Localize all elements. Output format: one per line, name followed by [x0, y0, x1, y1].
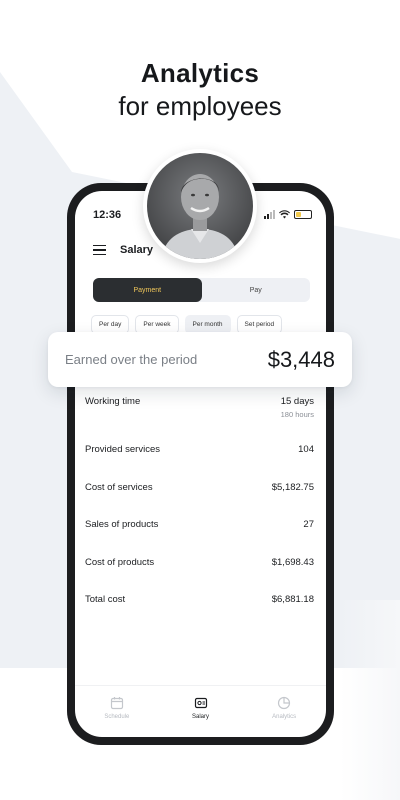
tab-label: Schedule: [104, 714, 130, 720]
signal-icon: [264, 210, 275, 219]
pie-chart-icon: [278, 696, 291, 710]
phone-screen: 12:36 Salary Payment Pay Per day Per wee…: [75, 191, 326, 737]
headline-line-2: for employees: [118, 91, 282, 121]
stat-subvalue: 180 hours: [280, 410, 314, 419]
page-title: Salary: [120, 244, 154, 256]
headline-line-1: Analytics: [140, 58, 260, 88]
calendar-icon: [110, 697, 123, 710]
menu-icon[interactable]: [93, 244, 106, 256]
stat-row-cost-of-products: Cost of products $1,698.43: [85, 557, 314, 595]
phone-frame: 12:36 Salary Payment Pay Per day Per wee…: [67, 183, 334, 745]
stat-value: $6,881.18: [271, 594, 314, 605]
stat-label: Total cost: [85, 594, 126, 605]
stat-value: 104: [298, 444, 314, 455]
stat-label: Working time: [85, 396, 141, 407]
stat-row-provided-services: Provided services 104: [85, 444, 314, 482]
hero-headline: Analytics for employees: [0, 58, 400, 122]
salary-stats-list: Working time 15 days 180 hours Provided …: [85, 396, 314, 632]
stat-label: Provided services: [85, 444, 160, 455]
segment-payment[interactable]: Payment: [93, 278, 202, 302]
segment-pay[interactable]: Pay: [202, 278, 311, 302]
stat-row-cost-of-services: Cost of services $5,182.75: [85, 482, 314, 520]
stat-value: 27: [303, 519, 314, 530]
background-fade: [340, 600, 400, 800]
tab-schedule[interactable]: Schedule: [75, 686, 159, 737]
earned-value: $3,448: [267, 347, 335, 372]
stat-value: $1,698.43: [271, 556, 314, 568]
tab-salary[interactable]: Salary: [159, 686, 243, 737]
stat-label: Cost of services: [85, 481, 153, 493]
stat-value: 15 days: [280, 396, 314, 407]
status-icons: [264, 210, 312, 219]
stat-row-working-time: Working time 15 days 180 hours: [85, 396, 314, 444]
stat-label: Cost of products: [85, 556, 155, 568]
avatar: [143, 149, 257, 263]
wallet-icon: [194, 697, 207, 709]
stat-row-sales-of-products: Sales of products 27: [85, 519, 314, 557]
earned-label: Earned over the period: [65, 352, 198, 367]
tab-label: Analytics: [272, 714, 297, 720]
bottom-tab-bar: Schedule Salary Analytics: [75, 685, 326, 737]
payment-segment-control: Payment Pay: [93, 278, 310, 302]
tab-analytics[interactable]: Analytics: [242, 686, 326, 737]
earned-summary-card: Earned over the period $3,448: [48, 332, 352, 387]
stat-value: $5,182.75: [271, 481, 314, 493]
battery-icon: [294, 210, 312, 219]
employee-photo: [147, 153, 253, 259]
stat-row-total-cost: Total cost $6,881.18: [85, 594, 314, 632]
tab-label: Salary: [192, 714, 210, 720]
stat-label: Sales of products: [85, 519, 159, 530]
wifi-icon: [279, 210, 290, 219]
status-time: 12:36: [93, 209, 122, 221]
